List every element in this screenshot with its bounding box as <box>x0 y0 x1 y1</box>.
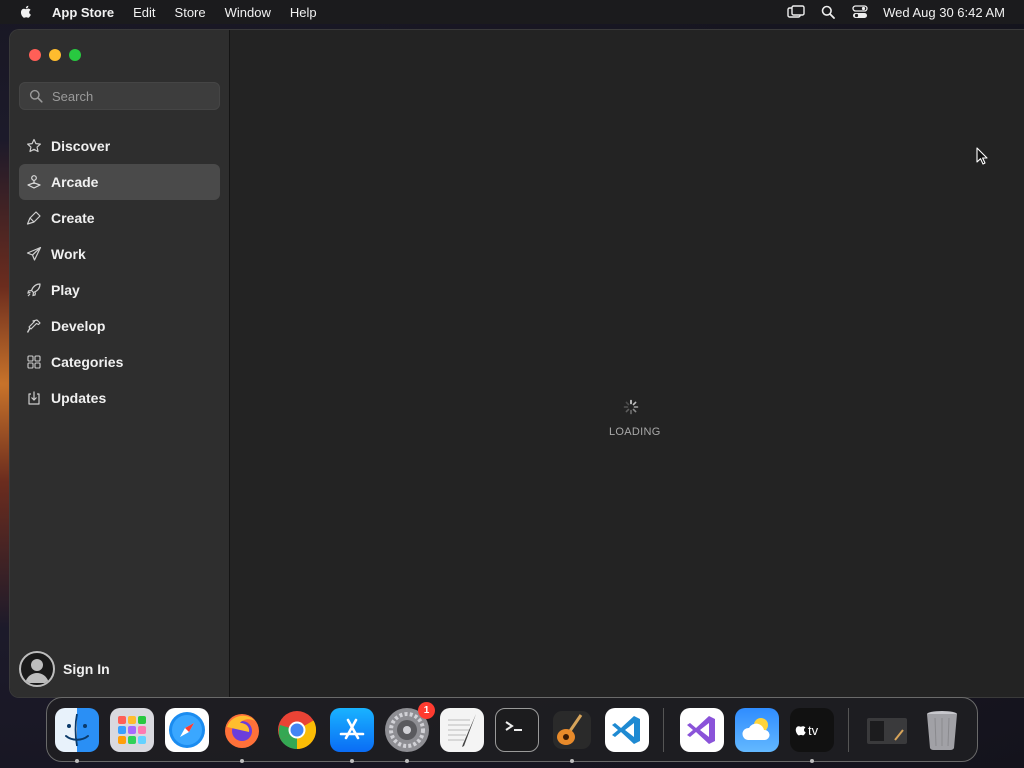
mouse-cursor-icon <box>976 147 988 165</box>
sign-in-button[interactable]: Sign In <box>19 651 110 687</box>
loading-indicator: LOADING <box>609 399 661 438</box>
hammer-icon <box>26 318 42 334</box>
running-indicator <box>810 758 814 763</box>
main-content: LOADING <box>231 30 1024 697</box>
running-indicator <box>75 758 79 763</box>
loading-text: LOADING <box>609 426 661 438</box>
notification-badge: 1 <box>418 701 435 719</box>
avatar <box>19 651 55 687</box>
zoom-button[interactable] <box>69 49 81 61</box>
safari-compass-icon <box>169 711 205 748</box>
terminal-prompt-icon <box>505 720 522 731</box>
guitar-icon <box>553 710 591 749</box>
dock-finder[interactable] <box>55 707 99 763</box>
star-icon <box>26 138 42 154</box>
sign-in-label: Sign In <box>63 661 110 677</box>
dock-launchpad[interactable] <box>110 707 154 752</box>
textedit-icon <box>448 713 476 747</box>
running-indicator <box>405 758 409 763</box>
window-controls <box>29 49 89 61</box>
search-field[interactable]: Search <box>19 82 220 110</box>
apple-tv-icon: tv <box>795 723 819 738</box>
search-placeholder: Search <box>52 88 94 104</box>
minimize-button[interactable] <box>49 49 61 61</box>
sidebar-item-categories[interactable]: Categories <box>19 344 220 380</box>
sidebar-nav: Discover Arcade Create Work Play Develop… <box>19 128 220 416</box>
menu-app-name[interactable]: App Store <box>52 5 114 20</box>
sidebar-item-label: Play <box>51 282 80 298</box>
search-icon <box>29 89 43 103</box>
dock-textedit[interactable] <box>440 707 484 752</box>
vscode-icon <box>612 715 640 744</box>
sidebar-item-label: Work <box>51 246 86 262</box>
screen-mirroring-icon[interactable] <box>787 3 805 21</box>
dock-separator <box>848 707 849 752</box>
finder-icon <box>65 713 89 746</box>
menu-store[interactable]: Store <box>175 5 206 20</box>
trash-icon <box>927 710 957 750</box>
dock-terminal[interactable] <box>495 707 539 752</box>
sidebar-item-work[interactable]: Work <box>19 236 220 272</box>
menu-bar: App Store Edit Store Window Help Wed Aug… <box>0 0 1024 24</box>
close-button[interactable] <box>29 49 41 61</box>
launchpad-icon <box>118 715 146 744</box>
sidebar-item-label: Create <box>51 210 95 226</box>
download-icon <box>26 390 42 406</box>
dock-garageband[interactable] <box>550 708 594 763</box>
dock-separator <box>663 707 664 752</box>
dock-chrome[interactable] <box>275 708 319 752</box>
dock-screenshot-folder[interactable] <box>865 708 909 752</box>
control-center-icon[interactable] <box>851 3 869 21</box>
dock-app-store[interactable] <box>330 707 374 763</box>
running-indicator <box>570 758 574 763</box>
svg-text:tv: tv <box>808 723 819 738</box>
sidebar-item-label: Discover <box>51 138 111 154</box>
grid-icon <box>26 354 42 370</box>
sidebar-item-updates[interactable]: Updates <box>19 380 220 416</box>
dock-weather[interactable] <box>735 707 779 752</box>
spinner-icon <box>623 399 639 415</box>
menu-edit[interactable]: Edit <box>133 5 155 20</box>
running-indicator <box>240 758 244 763</box>
menu-clock[interactable]: Wed Aug 30 6:42 AM <box>883 5 1005 20</box>
joystick-icon <box>26 174 42 190</box>
apple-logo-icon[interactable] <box>18 4 34 20</box>
sidebar-item-label: Arcade <box>51 174 99 190</box>
sidebar-item-label: Categories <box>51 354 124 370</box>
firefox-icon <box>225 713 259 748</box>
sidebar-item-arcade[interactable]: Arcade <box>19 164 220 200</box>
sidebar: Search Discover Arcade Create Work Play … <box>10 30 230 697</box>
menu-help[interactable]: Help <box>290 5 317 20</box>
sidebar-item-discover[interactable]: Discover <box>19 128 220 164</box>
screenshot-icon <box>867 717 907 744</box>
rocket-icon <box>26 282 42 298</box>
dock-trash[interactable] <box>920 708 964 752</box>
app-store-window: Search Discover Arcade Create Work Play … <box>9 29 1024 698</box>
dock-apple-tv[interactable]: tv <box>790 707 834 763</box>
weather-cloud-icon <box>742 717 770 740</box>
dock-system-settings[interactable]: 1 <box>385 701 435 763</box>
paper-plane-icon <box>26 246 42 262</box>
dock: 1 tv <box>46 697 978 763</box>
spotlight-search-icon[interactable] <box>819 3 837 21</box>
dock-safari[interactable] <box>165 707 209 752</box>
sidebar-item-create[interactable]: Create <box>19 200 220 236</box>
sidebar-item-develop[interactable]: Develop <box>19 308 220 344</box>
dock-vscode[interactable] <box>605 707 649 752</box>
brush-icon <box>26 210 42 226</box>
dock-visual-studio[interactable] <box>680 707 724 752</box>
sidebar-item-label: Develop <box>51 318 106 334</box>
visual-studio-icon <box>687 715 715 744</box>
sidebar-item-play[interactable]: Play <box>19 272 220 308</box>
running-indicator <box>350 758 354 763</box>
menu-window[interactable]: Window <box>225 5 271 20</box>
dock-firefox[interactable] <box>220 708 264 763</box>
chrome-icon <box>278 710 317 749</box>
app-store-icon <box>339 718 365 739</box>
sidebar-item-label: Updates <box>51 390 107 406</box>
